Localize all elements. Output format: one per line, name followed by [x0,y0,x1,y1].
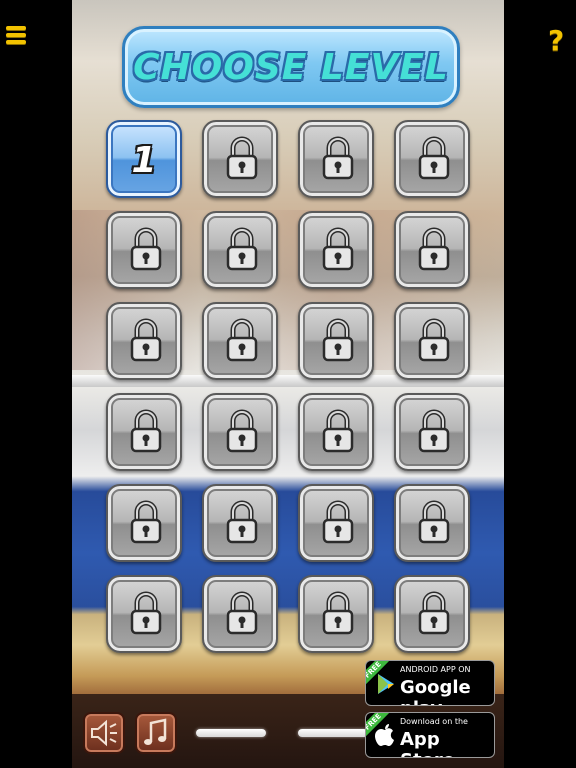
app-store-subtitle: Download on the [400,717,468,726]
locked-level-button[interactable] [106,302,182,380]
app-store-badge[interactable]: FREE Download on the App Store [365,712,495,758]
music-note-icon [144,718,167,745]
locked-level-button[interactable] [202,302,278,380]
lock-icon [322,136,354,180]
app-store-title: App Store [400,729,455,757]
lock-icon [226,591,258,635]
help-button[interactable]: ? [548,24,570,57]
locked-level-button[interactable] [394,575,470,653]
google-play-icon [378,674,394,694]
lock-icon [226,227,258,271]
lock-icon [130,500,162,544]
locked-level-button[interactable] [298,211,374,289]
locked-level-button[interactable] [106,484,182,562]
lock-icon [226,409,258,453]
menu-icon-bar [6,33,26,37]
level-number: 1 [131,140,157,181]
locked-level-button[interactable] [298,484,374,562]
lock-icon [226,136,258,180]
lock-icon [418,409,450,453]
lock-icon [322,500,354,544]
lock-icon [130,409,162,453]
lock-icon [226,318,258,362]
lock-icon [322,591,354,635]
locked-level-button[interactable] [298,575,374,653]
google-play-badge[interactable]: FREE ANDROID APP ON Google play [365,660,495,706]
lock-icon [418,500,450,544]
locked-level-button[interactable] [394,302,470,380]
apple-icon [375,724,394,746]
locked-level-button[interactable] [298,120,374,198]
menu-button[interactable] [6,26,26,48]
menu-icon-bar [6,26,26,30]
locked-level-button[interactable] [106,211,182,289]
locked-level-button[interactable] [394,120,470,198]
music-toggle-button[interactable] [135,712,177,754]
locked-level-button[interactable] [394,484,470,562]
sound-volume-slider[interactable] [196,729,266,737]
google-play-title: Google play [400,677,471,705]
locked-level-button[interactable] [394,211,470,289]
lock-icon [322,227,354,271]
locked-level-button[interactable] [202,484,278,562]
lock-icon [418,591,450,635]
google-play-subtitle: ANDROID APP ON [400,665,471,674]
locked-level-button[interactable] [202,211,278,289]
sound-toggle-button[interactable] [83,712,125,754]
lock-icon [130,591,162,635]
lock-icon [226,500,258,544]
locked-level-button[interactable] [394,393,470,471]
locked-level-button[interactable] [202,393,278,471]
lock-icon [418,136,450,180]
locked-level-button[interactable] [298,302,374,380]
locked-level-button[interactable] [106,575,182,653]
lock-icon [130,318,162,362]
page-title: CHOOSE LEVEL [133,47,449,88]
locked-level-button[interactable] [202,575,278,653]
level-button[interactable]: 1 [106,120,182,198]
locked-level-button[interactable] [106,393,182,471]
lock-icon [322,409,354,453]
lock-icon [418,318,450,362]
locked-level-button[interactable] [298,393,374,471]
lock-icon [322,318,354,362]
music-volume-slider[interactable] [298,729,368,737]
menu-icon-bar [6,40,26,44]
lock-icon [418,227,450,271]
lock-icon [130,227,162,271]
title-banner: CHOOSE LEVEL [122,26,460,108]
locked-level-button[interactable] [202,120,278,198]
speaker-icon [91,719,117,747]
